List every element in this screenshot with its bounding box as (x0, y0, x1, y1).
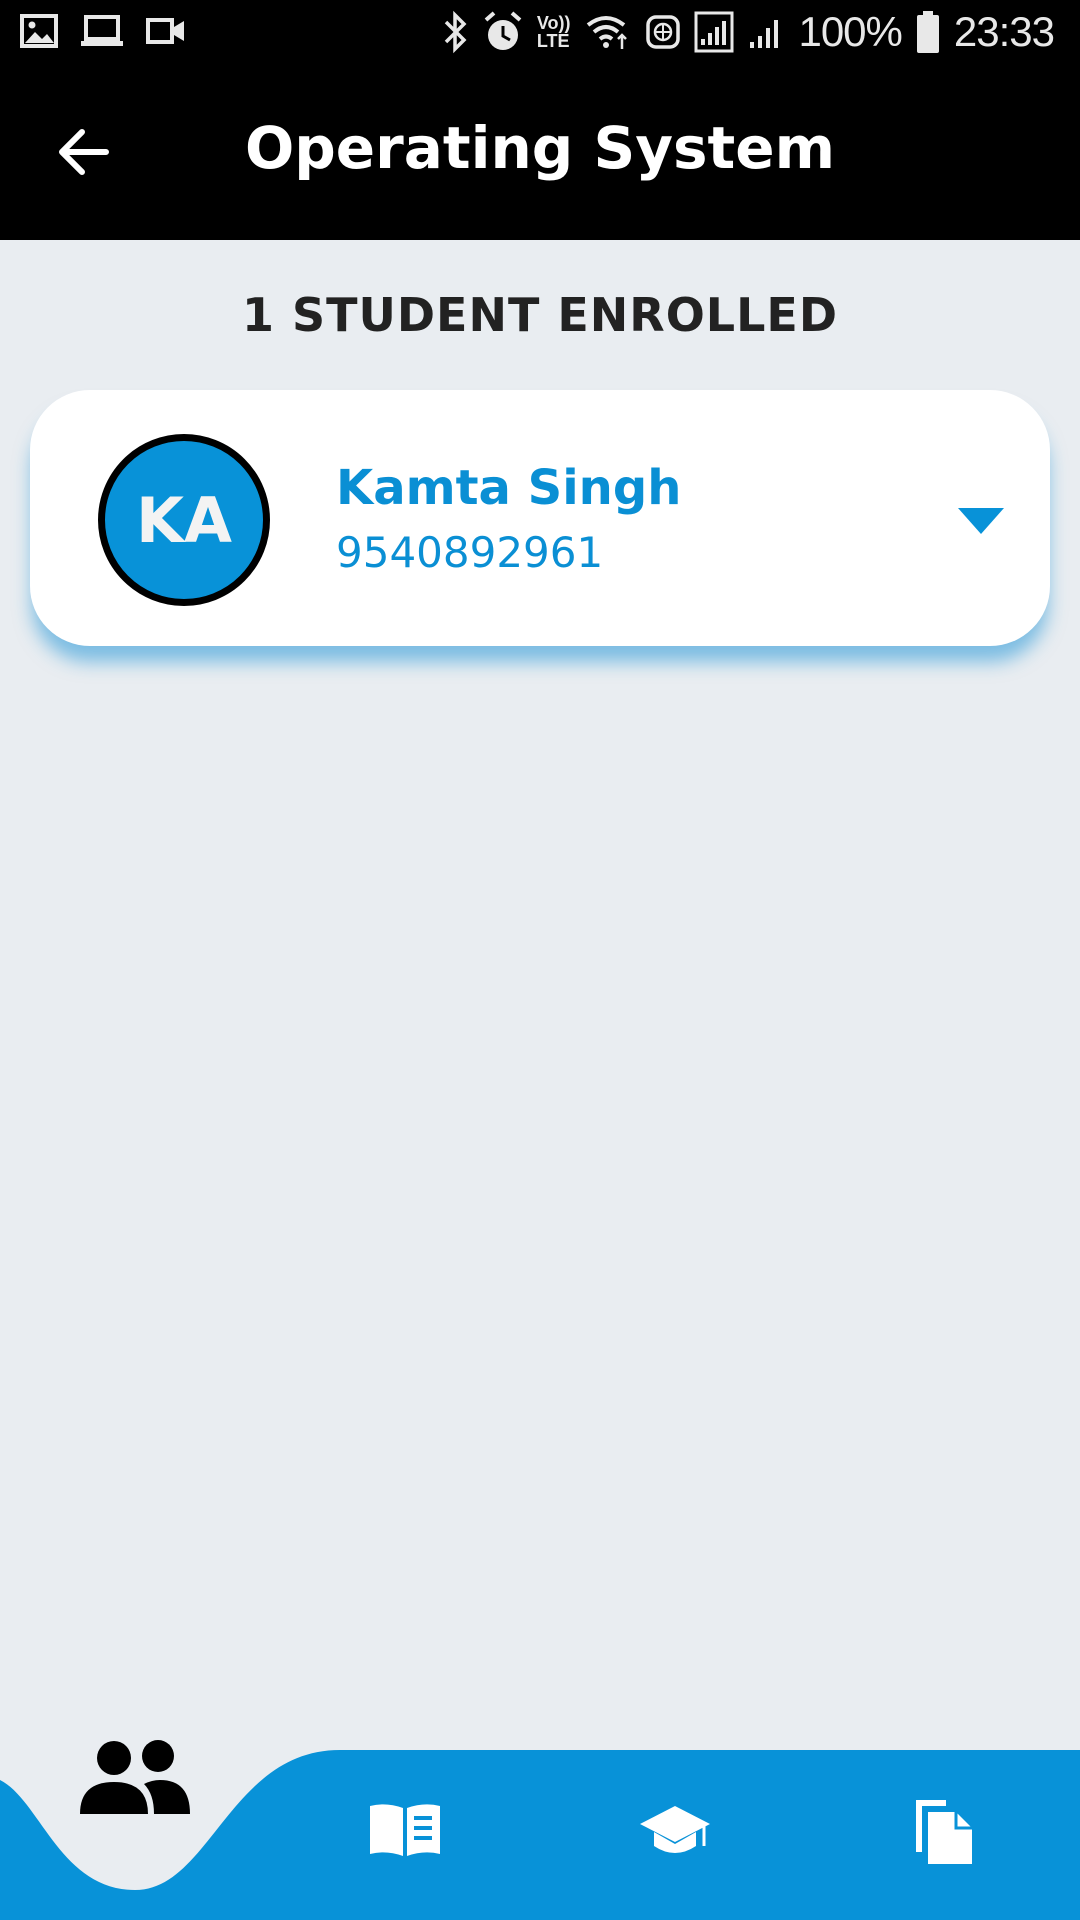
app-header: Operating System (0, 72, 1080, 240)
globe-icon (646, 15, 681, 49)
video-camera-icon (146, 18, 184, 44)
student-card[interactable]: KA Kamta Singh 9540892961 (30, 390, 1050, 646)
avatar: KA (98, 434, 270, 606)
battery-percent: 100% (798, 8, 902, 55)
volte-label-bottom: LTE (536, 31, 570, 51)
image-icon (20, 14, 58, 48)
page-title: Operating System (244, 114, 836, 182)
wifi-icon (587, 16, 628, 49)
student-phone: 9540892961 (336, 528, 604, 577)
caret-down-icon[interactable] (958, 508, 1004, 534)
signal-icon (694, 11, 734, 53)
battery-icon (916, 11, 939, 53)
student-name: Kamta Singh (336, 460, 682, 516)
enrolled-count: 1 STUDENT ENROLLED (241, 288, 839, 342)
signal-icon (750, 20, 779, 48)
status-left-icons (20, 14, 186, 48)
status-right-icons: Vo)) LTE 100% 23:33 (443, 8, 1055, 56)
book-icon[interactable] (368, 1802, 442, 1858)
people-icon[interactable] (78, 1736, 192, 1816)
volte-label-top: Vo)) (536, 13, 571, 33)
laptop-icon (81, 15, 123, 46)
graduation-cap-icon[interactable] (638, 1802, 712, 1860)
status-bar: Vo)) LTE 100% 23:33 (0, 0, 1080, 72)
bottom-nav (0, 1740, 1080, 1920)
volte-icon: Vo)) LTE (537, 14, 571, 50)
bluetooth-icon (444, 10, 467, 54)
documents-icon[interactable] (912, 1794, 976, 1866)
status-time: 23:33 (953, 8, 1055, 55)
alarm-icon (484, 11, 522, 50)
